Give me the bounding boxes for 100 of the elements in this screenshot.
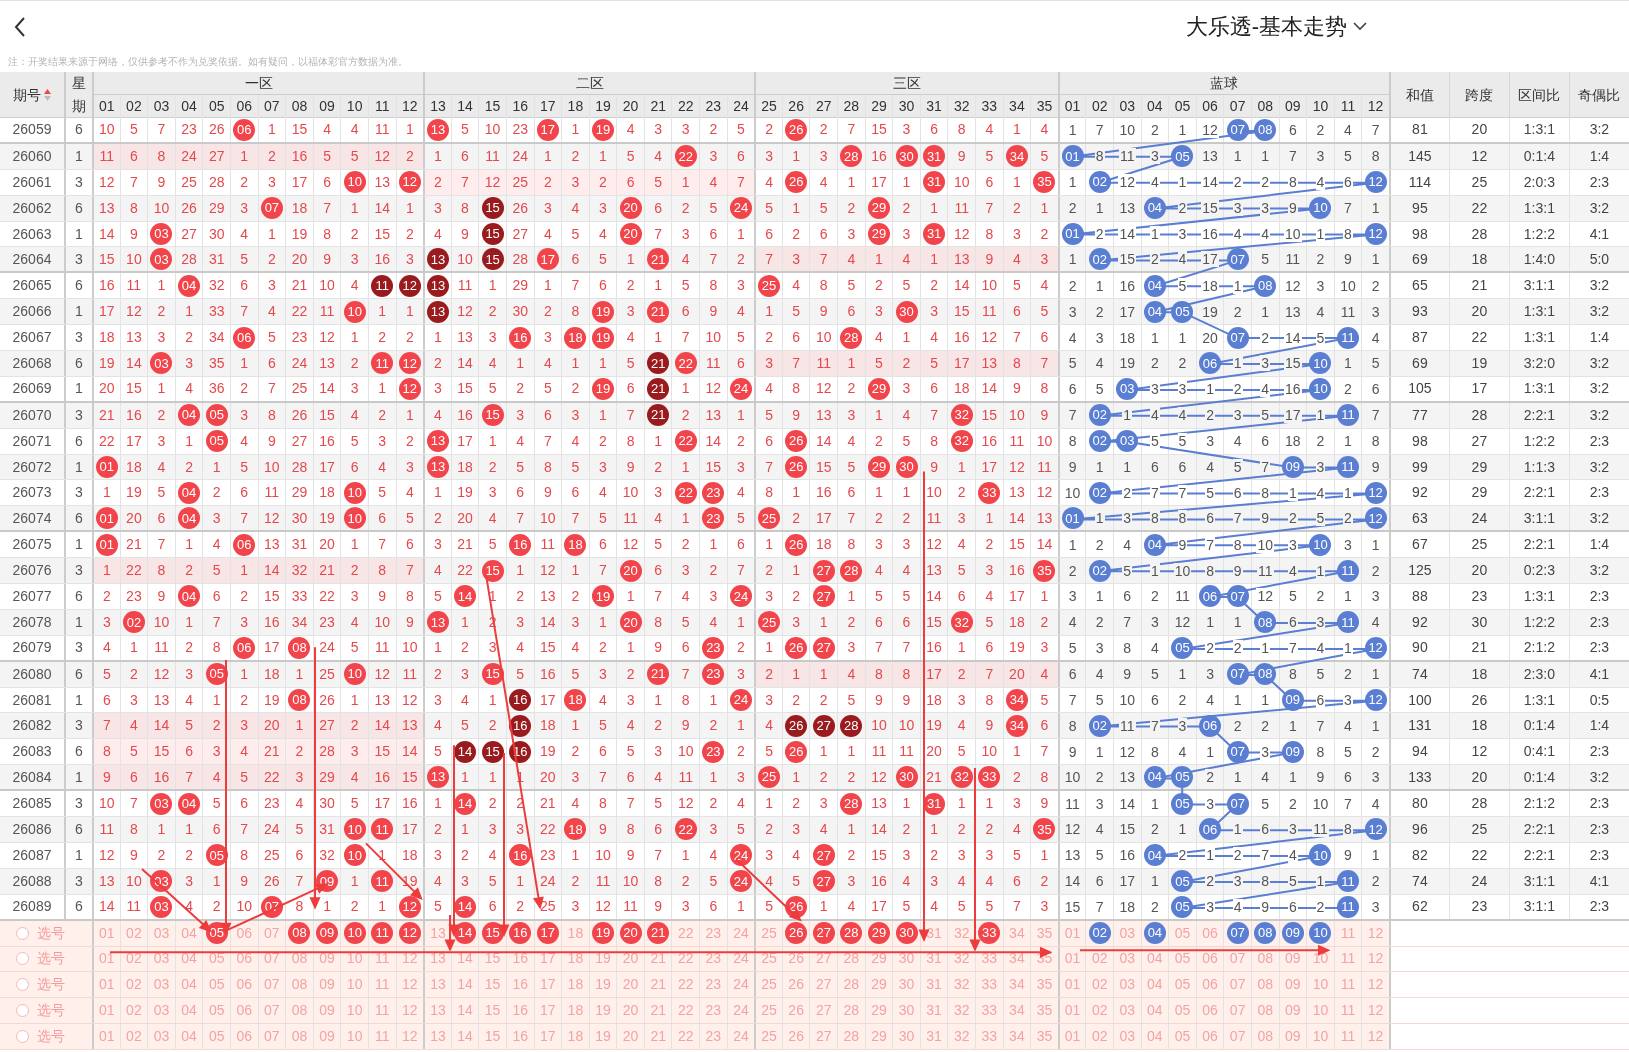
pick-number[interactable]: 07 [257, 1024, 286, 1050]
pick-number[interactable]: 05 [202, 998, 230, 1024]
pick-number[interactable]: 01 [92, 920, 120, 946]
pick-number[interactable]: 11 [1333, 998, 1362, 1024]
pick-number[interactable]: 26 [781, 972, 810, 998]
pick-number[interactable]: 18 [561, 972, 589, 998]
pick-number[interactable]: 23 [699, 998, 727, 1024]
pick-number[interactable]: 34 [1002, 998, 1031, 1024]
pick-number[interactable]: 13 [423, 972, 451, 998]
pick-number[interactable]: 27 [809, 1024, 838, 1050]
pick-number[interactable]: 25 [754, 1024, 782, 1050]
pick-number[interactable]: 05 [1168, 972, 1196, 998]
pick-number[interactable]: 19 [588, 1024, 617, 1050]
pick-number[interactable]: 12 [395, 998, 424, 1024]
sort-header[interactable]: 期号 [0, 72, 64, 118]
pick-number[interactable]: 12 [1361, 946, 1389, 972]
pick-number[interactable]: 14 [450, 972, 479, 998]
pick-number[interactable]: 16 [505, 972, 534, 998]
pick-number[interactable]: 06 [229, 972, 258, 998]
pick-number[interactable]: 06 [1195, 998, 1224, 1024]
pick-number[interactable]: 18 [561, 1024, 589, 1050]
pick-number[interactable]: 11 [367, 972, 396, 998]
pick-number[interactable]: 08 [285, 1024, 313, 1050]
pick-number[interactable]: 01 [92, 1024, 120, 1050]
pick-number[interactable]: 25 [754, 972, 782, 998]
pick-number[interactable]: 01 [1057, 972, 1086, 998]
pick-number[interactable]: 13 [423, 998, 451, 1024]
pick-number[interactable]: 09 [312, 998, 341, 1024]
pick-number[interactable]: 29 [864, 972, 893, 998]
pick-number[interactable]: 07 [1223, 1024, 1251, 1050]
pick-number[interactable]: 06 [229, 1024, 258, 1050]
pick-number[interactable]: 34 [1002, 1024, 1031, 1050]
pick-number[interactable]: 10 [340, 998, 368, 1024]
pick-number[interactable]: 30 [892, 998, 920, 1024]
pick-number[interactable]: 01 [92, 972, 120, 998]
pick-number[interactable]: 17 [533, 972, 562, 998]
pick-number[interactable]: 16 [505, 998, 534, 1024]
pick-number[interactable]: 10 [340, 1024, 368, 1050]
pick-number[interactable]: 31 [919, 972, 948, 998]
pick-number[interactable]: 20 [616, 972, 644, 998]
pick-number[interactable]: 01 [1057, 998, 1086, 1024]
pick-number[interactable]: 02 [119, 1024, 148, 1050]
pick-number[interactable]: 20 [616, 1024, 644, 1050]
pick-number[interactable]: 33 [975, 972, 1003, 998]
pick-number[interactable]: 05 [1168, 998, 1196, 1024]
pick-number[interactable]: 04 [1140, 972, 1169, 998]
pick-number[interactable]: 30 [892, 1024, 920, 1050]
pick-number[interactable]: 08 [1250, 998, 1279, 1024]
pick-number[interactable]: 35 [1030, 972, 1058, 998]
pick-number[interactable]: 10 [1306, 1024, 1334, 1050]
pick-number[interactable]: 26 [781, 998, 810, 1024]
pick-number[interactable]: 21 [643, 1024, 672, 1050]
pick-number[interactable]: 35 [1030, 1024, 1058, 1050]
pick-number[interactable]: 03 [147, 1024, 175, 1050]
title-dropdown[interactable]: 大乐透-基本走势 [1185, 10, 1367, 43]
pick-number[interactable]: 12 [1361, 1024, 1389, 1050]
pick-number[interactable]: 01 [1057, 1024, 1086, 1050]
pick-number[interactable]: 10 [1306, 998, 1334, 1024]
pick-number[interactable]: 08 [285, 998, 313, 1024]
pick-number[interactable]: 02 [1085, 972, 1113, 998]
pick-number[interactable]: 26 [781, 1024, 810, 1050]
pick-number[interactable]: 10 [340, 972, 368, 998]
pick-number[interactable]: 11 [367, 998, 396, 1024]
pick-number[interactable]: 05 [1168, 1024, 1196, 1050]
pick-number[interactable]: 25 [754, 920, 782, 946]
pick-number[interactable]: 29 [864, 998, 893, 1024]
pick-number[interactable]: 12 [1361, 920, 1389, 946]
pick-number[interactable]: 03 [1112, 1024, 1141, 1050]
radio-button[interactable] [16, 952, 29, 966]
pick-number[interactable]: 04 [1140, 998, 1169, 1024]
pick-number[interactable]: 07 [257, 972, 286, 998]
pick-number[interactable]: 28 [837, 972, 865, 998]
pick-number[interactable]: 09 [1278, 972, 1307, 998]
pick-number[interactable]: 32 [947, 972, 975, 998]
pick-number[interactable]: 15 [478, 998, 506, 1024]
pick-number[interactable]: 06 [229, 998, 258, 1024]
pick-number[interactable]: 10 [1306, 972, 1334, 998]
pick-number[interactable]: 23 [699, 1024, 727, 1050]
pick-number[interactable]: 28 [837, 998, 865, 1024]
pick-number[interactable]: 21 [643, 972, 672, 998]
pick-number[interactable]: 30 [892, 972, 920, 998]
radio-button[interactable] [16, 926, 29, 940]
pick-number[interactable]: 04 [174, 998, 203, 1024]
pick-number[interactable]: 35 [1030, 920, 1058, 946]
pick-number[interactable]: 04 [174, 972, 203, 998]
pick-number[interactable]: 08 [1250, 972, 1279, 998]
pick-number[interactable]: 24 [726, 1024, 755, 1050]
pick-number[interactable]: 02 [119, 972, 148, 998]
pick-number[interactable]: 03 [1112, 972, 1141, 998]
pick-number[interactable]: 09 [1278, 998, 1307, 1024]
pick-number[interactable]: 11 [367, 1024, 396, 1050]
pick-number[interactable]: 35 [1030, 998, 1058, 1024]
pick-number[interactable]: 22 [671, 972, 700, 998]
pick-number[interactable]: 27 [809, 972, 838, 998]
pick-number[interactable]: 06 [1195, 1024, 1224, 1050]
pick-number[interactable]: 28 [837, 1024, 865, 1050]
pick-number[interactable]: 08 [285, 972, 313, 998]
pick-number[interactable]: 12 [395, 972, 424, 998]
radio-button[interactable] [16, 1004, 29, 1018]
pick-number[interactable]: 08 [1250, 1024, 1279, 1050]
